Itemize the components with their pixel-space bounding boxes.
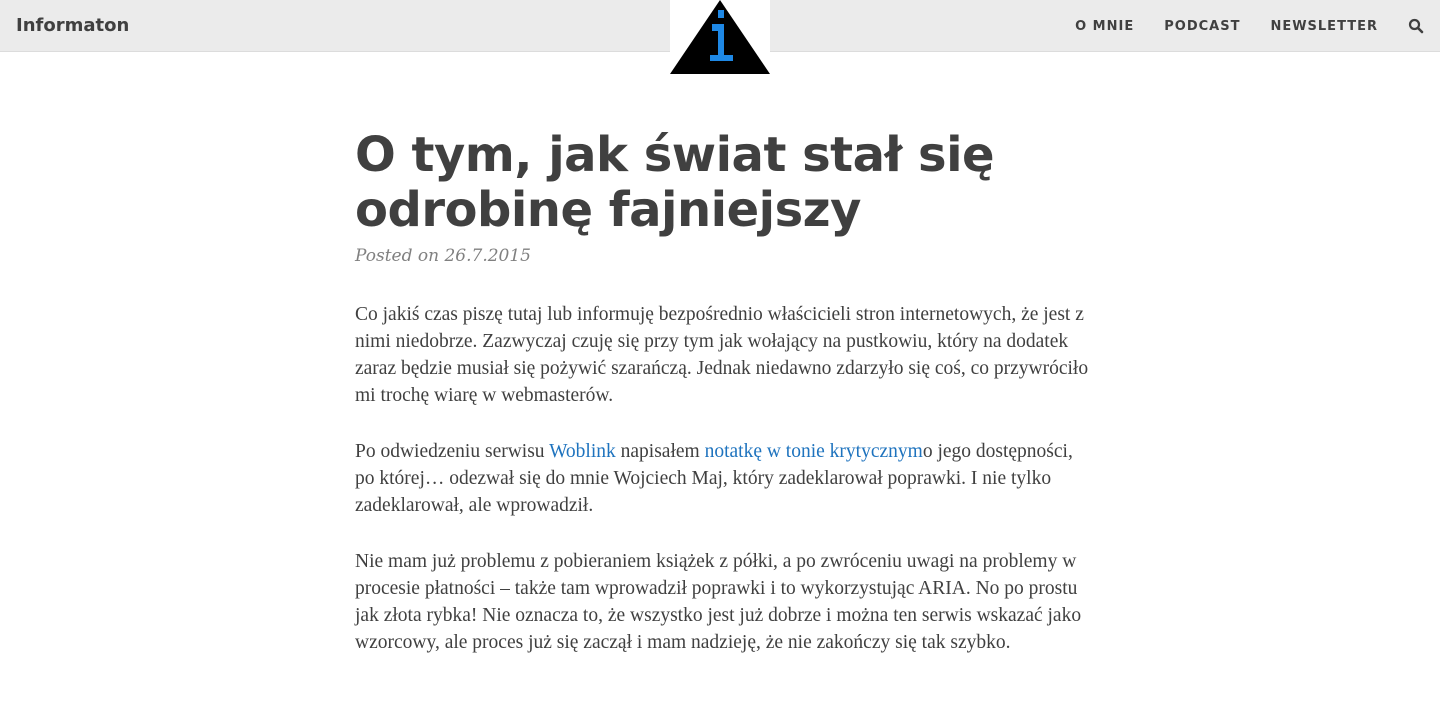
post-date: Posted on 26.7.2015 bbox=[355, 246, 531, 266]
site-header: Informaton O MNIE PODCAST NEWSLETTER bbox=[0, 0, 1440, 76]
post-paragraph-2: Po odwiedzeniu serwisu Woblink napisałem… bbox=[355, 438, 1090, 519]
search-icon[interactable] bbox=[1408, 18, 1424, 34]
woblink-link[interactable]: Woblink bbox=[549, 441, 616, 462]
nav-item-newsletter[interactable]: NEWSLETTER bbox=[1270, 19, 1378, 34]
post-paragraph-3: Nie mam już problemu z pobieraniem książ… bbox=[355, 551, 1082, 653]
main-nav: O MNIE PODCAST NEWSLETTER bbox=[1045, 0, 1440, 52]
paragraph-2-text-before: Po odwiedzeniu serwisu bbox=[355, 441, 550, 462]
post-article: O tym, jak świat stał się odrobinę fajni… bbox=[355, 128, 1090, 656]
post-title: O tym, jak świat stał się odrobinę fajni… bbox=[355, 127, 995, 238]
site-title-link[interactable]: Informaton bbox=[16, 14, 129, 38]
info-triangle-logo-icon[interactable] bbox=[670, 0, 770, 76]
nav-item-o-mnie[interactable]: O MNIE bbox=[1075, 19, 1134, 34]
paragraph-2-text-middle: napisałem bbox=[615, 441, 705, 462]
post-paragraph-1: Co jakiś czas piszę tutaj lub informuję … bbox=[355, 304, 1089, 406]
critical-note-link[interactable]: notatkę w tonie krytycznym bbox=[705, 441, 923, 462]
nav-item-podcast[interactable]: PODCAST bbox=[1164, 19, 1240, 34]
